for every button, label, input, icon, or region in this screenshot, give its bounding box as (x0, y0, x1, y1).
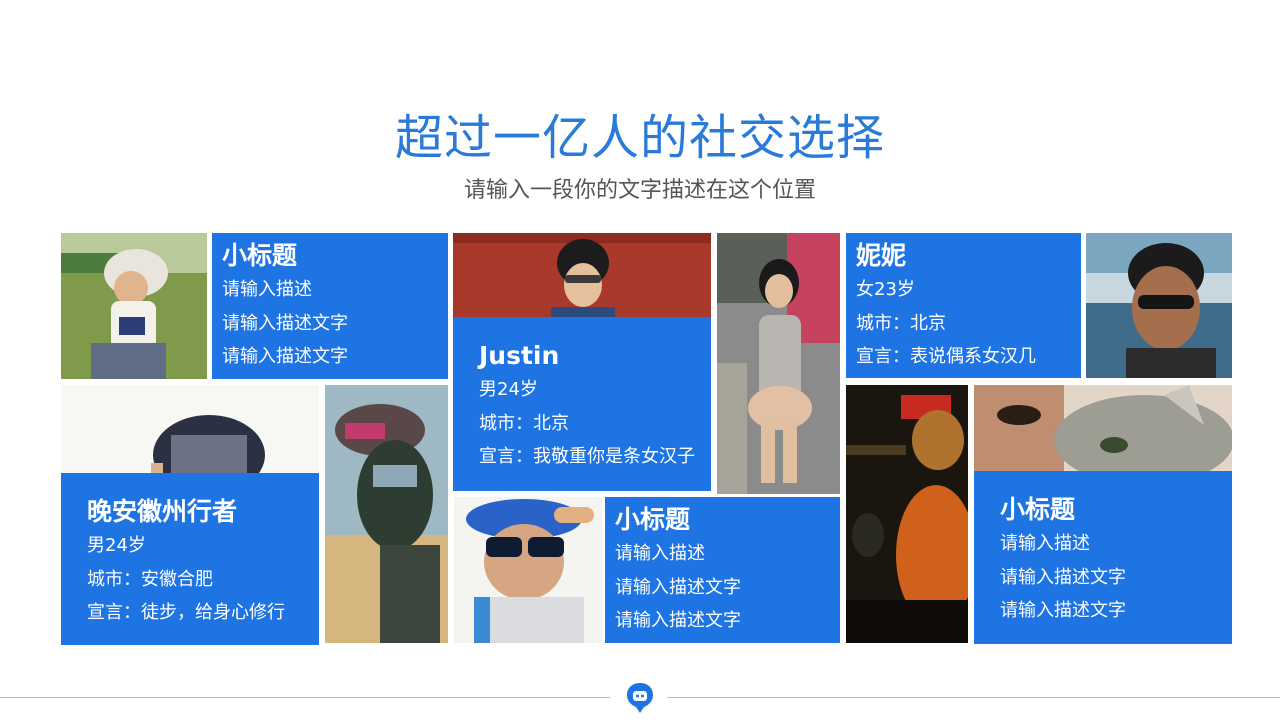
card-line: 城市：北京 (479, 412, 569, 434)
chat-bubble-icon (625, 682, 655, 714)
profile-card-nini[interactable]: 妮妮 女23岁 城市：北京 宣言：表说偶系女汉几 (846, 233, 1081, 378)
profile-card-hiker[interactable]: 晚安徽州行者 男24岁 城市：安徽合肥 宣言：徒步，给身心修行 (61, 473, 319, 645)
card-line: 请输入描述文字 (222, 346, 348, 367)
card-line: 宣言：我敬重你是条女汉子 (479, 446, 695, 467)
card-line: 请输入描述文字 (1000, 600, 1126, 621)
card-line: 男24岁 (479, 379, 538, 400)
card-title: 小标题 (1000, 495, 1076, 524)
profile-photo-sunglasses (454, 497, 602, 643)
profile-photo-dj (846, 385, 968, 643)
profile-photo-grass (61, 233, 207, 379)
card-line: 宣言：表说偶系女汉几 (856, 346, 1036, 367)
card-title: 小标题 (222, 241, 298, 270)
profile-photo-cap-wind (325, 385, 448, 643)
card-line: 宣言：徒步，给身心修行 (87, 602, 285, 623)
page-title: 超过一亿人的社交选择 (394, 110, 885, 166)
card-line: 男24岁 (87, 535, 146, 556)
profile-card-6[interactable]: 小标题 请输入描述 请输入描述文字 请输入描述文字 (974, 471, 1232, 644)
card-line: 请输入描述 (222, 279, 312, 300)
page-subtitle: 请输入一段你的文字描述在这个位置 (463, 178, 816, 203)
profile-photo-red-wall (453, 233, 711, 317)
card-title: 妮妮 (856, 241, 907, 270)
card-line: 城市：北京 (856, 312, 946, 334)
profile-photo-beach (1086, 233, 1232, 378)
footer-divider-left (0, 697, 610, 698)
card-line: 请输入描述 (615, 543, 705, 564)
profile-photo-cat (974, 385, 1232, 471)
card-line: 请输入描述文字 (222, 312, 348, 334)
card-line: 城市：安徽合肥 (87, 568, 213, 590)
card-title: 晚安徽州行者 (87, 497, 238, 526)
card-title: 小标题 (615, 505, 691, 534)
card-title: Justin (479, 341, 560, 370)
footer-divider-right (667, 697, 1280, 698)
profile-card-5[interactable]: 小标题 请输入描述 请输入描述文字 请输入描述文字 (605, 497, 840, 643)
profile-card-1[interactable]: 小标题 请输入描述 请输入描述文字 请输入描述文字 (212, 233, 448, 379)
card-line: 请输入描述 (1000, 533, 1090, 554)
card-line: 请输入描述文字 (615, 576, 741, 598)
card-line: 请输入描述文字 (615, 610, 741, 631)
profile-card-justin[interactable]: Justin 男24岁 城市：北京 宣言：我敬重你是条女汉子 (453, 317, 711, 491)
profile-photo-cap-white (61, 385, 319, 473)
profile-photo-street (717, 233, 840, 494)
card-line: 女23岁 (856, 279, 915, 300)
card-line: 请输入描述文字 (1000, 566, 1126, 588)
